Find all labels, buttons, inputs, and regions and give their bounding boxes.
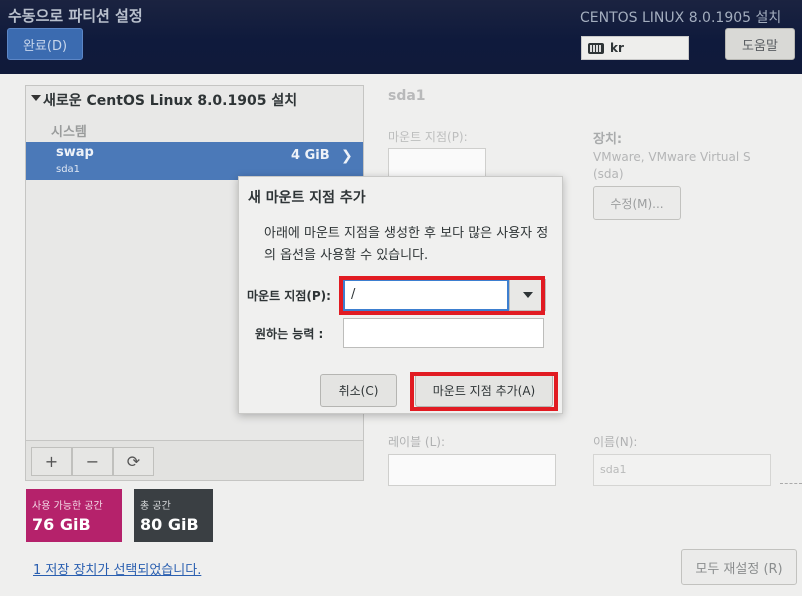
detail-device-label: 장치: [593, 132, 623, 147]
remove-mount-point-button[interactable]: − [72, 447, 113, 476]
partition-device: sda1 [56, 164, 81, 175]
available-space-badge: 사용 가능한 공간 76 GiB [26, 489, 122, 542]
add-mount-point-dialog: 새 마운트 지점 추가 아래에 마운트 지점을 생성한 후 보다 많은 사용자 … [238, 176, 563, 414]
modify-button[interactable]: 수정(M)... [593, 186, 681, 220]
partition-size: 4 GiB [291, 148, 330, 163]
page-title: 수동으로 파티션 설정 [8, 7, 143, 25]
detail-name-field[interactable]: sda1 [593, 454, 771, 486]
install-group-title: 새로운 CentOS Linux 8.0.1905 설치 [43, 93, 298, 109]
expand-arrow-icon[interactable] [31, 95, 41, 101]
refresh-icon[interactable]: ⟳ [113, 447, 154, 476]
dialog-description: 아래에 마운트 지점을 생성한 후 보다 많은 사용자 정의 옵션을 사용할 수… [264, 226, 549, 263]
total-space-value: 80 GiB [140, 515, 199, 534]
keyboard-layout-value: kr [610, 41, 624, 55]
partition-name: swap [56, 145, 94, 160]
detail-name-label: 이름(N): [593, 435, 638, 449]
add-mount-point-button[interactable]: + [31, 447, 72, 476]
system-group-label: 시스템 [51, 125, 87, 140]
list-item-swap[interactable]: swap sda1 4 GiB ❯ [26, 142, 363, 180]
help-button[interactable]: 도움말 [725, 28, 795, 60]
chevron-right-icon: ❯ [341, 148, 353, 164]
mount-point-highlight-box [339, 276, 545, 315]
capacity-input[interactable] [343, 318, 544, 348]
detail-device-header: sda1 [388, 88, 426, 104]
product-title: CENTOS LINUX 8.0.1905 설치 [580, 10, 782, 26]
total-space-badge: 총 공간 80 GiB [134, 489, 213, 542]
device-value-line2: (sda) [593, 167, 624, 181]
top-bar: 수동으로 파티션 설정 완료(D) CENTOS LINUX 8.0.1905 … [0, 0, 802, 74]
divider [780, 483, 802, 484]
add-button-highlight-box [410, 372, 558, 411]
list-toolbar: + − ⟳ [26, 440, 363, 480]
dialog-title: 새 마운트 지점 추가 [248, 190, 366, 206]
keyboard-layout-indicator[interactable]: kr [581, 36, 689, 60]
reset-all-button[interactable]: 모두 재설정 (R) [681, 549, 797, 585]
device-value-line1: VMware, VMware Virtual S [593, 150, 751, 164]
capacity-label: 원하는 능력 : [255, 327, 324, 341]
available-space-value: 76 GiB [32, 515, 91, 534]
detail-mount-point-label: 마운트 지점(P): [388, 130, 468, 144]
detail-label-label: 레이블 (L): [388, 435, 446, 449]
total-space-label: 총 공간 [140, 501, 171, 512]
cancel-button[interactable]: 취소(C) [320, 374, 397, 407]
detail-device-value: VMware, VMware Virtual S (sda) [593, 149, 751, 183]
keyboard-icon [588, 42, 604, 54]
done-button[interactable]: 완료(D) [7, 28, 83, 60]
detail-label-field[interactable] [388, 454, 556, 486]
available-space-label: 사용 가능한 공간 [32, 501, 103, 512]
selected-storage-link[interactable]: 1 저장 장치가 선택되었습니다. [33, 559, 201, 578]
mount-point-label: 마운트 지점(P): [247, 289, 331, 303]
